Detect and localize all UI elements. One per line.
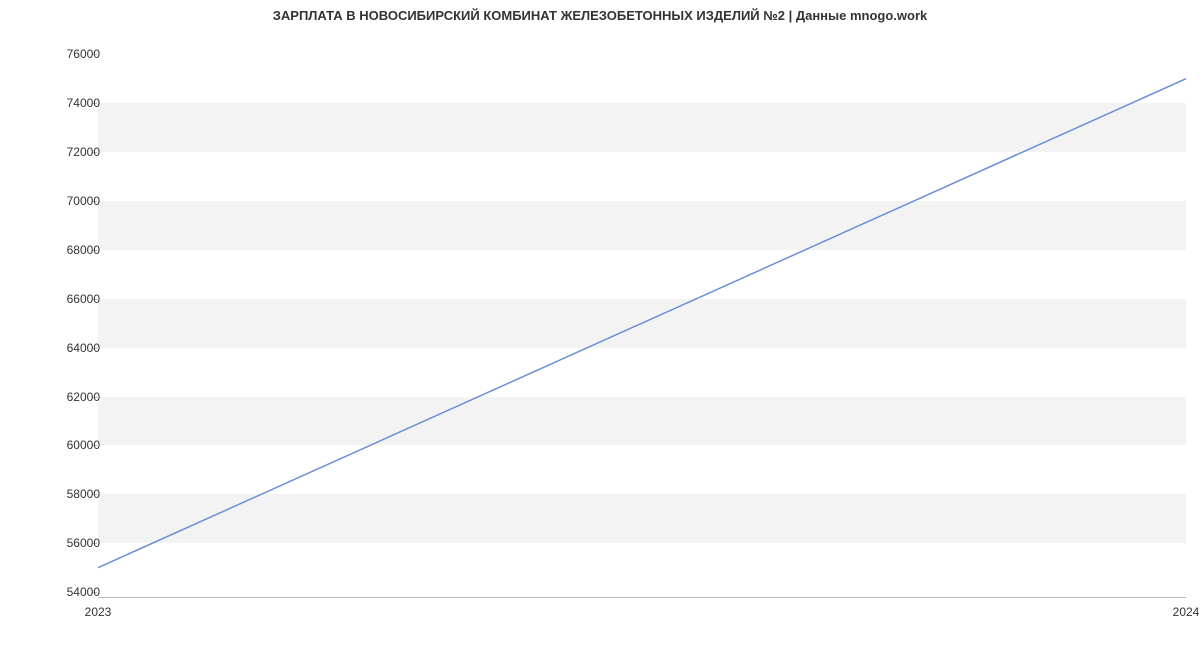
x-tick-label: 2023 — [85, 605, 112, 619]
y-tick-label: 62000 — [67, 390, 100, 404]
y-tick-label: 68000 — [67, 243, 100, 257]
y-tick-label: 76000 — [67, 47, 100, 61]
chart-container: ЗАРПЛАТА В НОВОСИБИРСКИЙ КОМБИНАТ ЖЕЛЕЗО… — [0, 0, 1200, 650]
plot-area: 20232024 — [98, 42, 1186, 598]
line-series-svg — [98, 42, 1186, 597]
y-tick-label: 58000 — [67, 487, 100, 501]
series-line — [98, 79, 1186, 568]
y-tick-label: 60000 — [67, 438, 100, 452]
y-tick-label: 66000 — [67, 292, 100, 306]
y-tick-label: 54000 — [67, 585, 100, 599]
y-tick-label: 64000 — [67, 341, 100, 355]
y-tick-label: 70000 — [67, 194, 100, 208]
y-tick-label: 72000 — [67, 145, 100, 159]
chart-title: ЗАРПЛАТА В НОВОСИБИРСКИЙ КОМБИНАТ ЖЕЛЕЗО… — [0, 8, 1200, 23]
y-tick-label: 56000 — [67, 536, 100, 550]
y-tick-label: 74000 — [67, 96, 100, 110]
x-tick-label: 2024 — [1173, 605, 1200, 619]
